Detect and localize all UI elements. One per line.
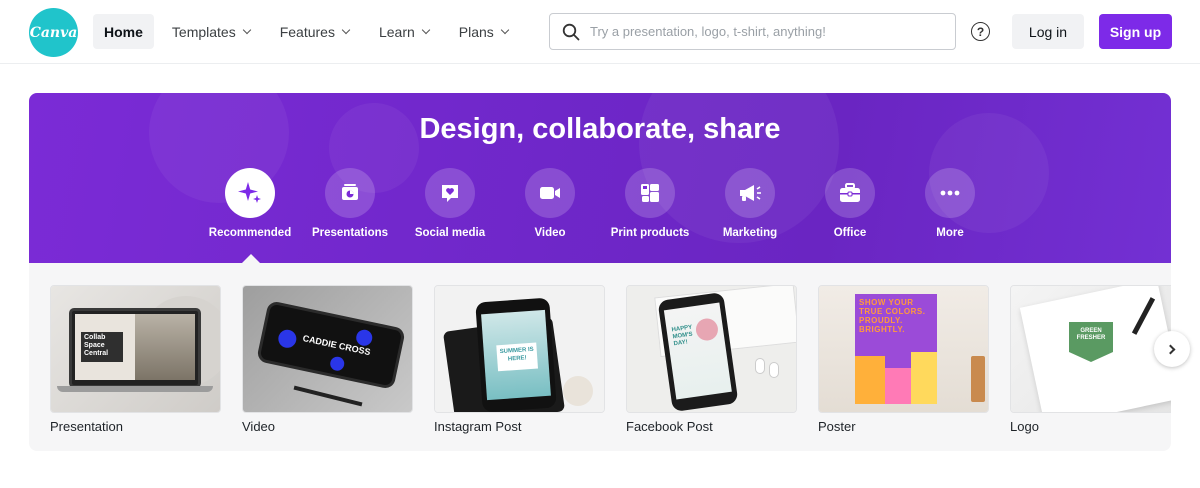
megaphone-icon [725,168,775,218]
design-thumbnail[interactable]: GREEN FRESHER [1010,285,1171,413]
category-label: Office [833,227,867,239]
design-carousel: Collab Space Central Presentation CADDIE… [29,263,1171,451]
search-input[interactable] [590,24,930,39]
nav-label: Plans [458,23,494,40]
category-bar: Recommended Presentations Social media Vide… [200,168,1000,239]
design-thumbnail[interactable]: Collab Space Central [50,285,221,413]
category-label: Social media [414,227,486,239]
category-label: More [936,227,964,239]
category-label: Recommended [208,227,292,239]
search-icon [562,23,580,40]
design-card-logo[interactable]: GREEN FRESHER Logo [1010,285,1171,434]
logo-text: Canva [29,24,78,41]
design-label: Facebook Post [626,419,713,434]
nav-home[interactable]: Home [93,14,154,49]
design-card-instagram-post[interactable]: SUMMER IS HERE! Instagram Post [434,285,605,434]
nav-plans[interactable]: Plans [447,14,520,49]
nav-label: Learn [378,23,415,40]
category-label: Print products [610,227,690,239]
nav-label: Home [104,23,143,40]
nav-features[interactable]: Features [268,14,361,49]
hero-banner: Design, collaborate, share Recommended Pr… [29,93,1171,263]
video-camera-icon [525,168,575,218]
design-thumbnail[interactable]: SHOW YOUR TRUE COLORS. PROUDLY. BRIGHTLY… [818,285,989,413]
category-more[interactable]: More [900,168,1000,239]
question-circle-icon[interactable]: ? [971,22,990,41]
category-office[interactable]: Office [800,168,900,239]
nav-templates[interactable]: Templates [160,14,262,49]
chevron-right-icon[interactable] [1154,331,1190,367]
more-dots-icon [925,168,975,218]
design-thumbnail[interactable]: SUMMER IS HERE! [434,285,605,413]
chevron-down-icon [341,25,351,34]
heart-bubble-icon [425,168,475,218]
design-label: Logo [1010,419,1039,434]
signup-button[interactable]: Sign up [1099,14,1172,49]
design-card-poster[interactable]: SHOW YOUR TRUE COLORS. PROUDLY. BRIGHTLY… [818,285,989,434]
chevron-down-icon [242,25,251,34]
category-recommended[interactable]: Recommended [200,168,300,239]
login-button[interactable]: Log in [1012,14,1084,49]
design-label: Instagram Post [434,419,522,434]
print-icon [625,168,675,218]
design-thumbnail[interactable]: HAPPY MOM'S DAY! [626,285,797,413]
thumb-text: SUMMER IS HERE! [496,342,538,372]
design-card-presentation[interactable]: Collab Space Central Presentation [50,285,221,434]
category-label: Presentations [311,227,389,239]
chevron-down-icon [500,25,510,34]
search-box[interactable] [549,13,956,50]
design-card-facebook-post[interactable]: HAPPY MOM'S DAY! Facebook Post [626,285,797,434]
category-social-media[interactable]: Social media [400,168,500,239]
category-label: Marketing [722,227,778,239]
presentation-icon [325,168,375,218]
briefcase-icon [825,168,875,218]
main-nav: Home Templates Features Learn Plans [93,14,526,49]
sparkle-icon [225,168,275,218]
design-label: Presentation [50,419,123,434]
thumb-text: SHOW YOUR TRUE COLORS. PROUDLY. BRIGHTLY… [859,298,926,334]
top-navbar: Canva HomeTemplatesFeaturesLearnPlans ? … [0,0,1200,64]
nav-label: Features [279,23,335,40]
nav-label: Templates [171,23,236,40]
category-marketing[interactable]: Marketing [700,168,800,239]
design-thumbnail[interactable]: CADDIE CROSS [242,285,413,413]
design-label: Video [242,419,276,434]
design-card-video[interactable]: CADDIE CROSS Video [242,285,413,434]
nav-learn[interactable]: Learn [367,14,441,49]
design-label: Poster [818,419,856,434]
thumb-text: Collab Space Central [81,332,123,362]
category-presentations[interactable]: Presentations [300,168,400,239]
canva-logo[interactable]: Canva [29,8,78,57]
category-video[interactable]: Video [500,168,600,239]
chevron-down-icon [421,25,431,34]
hero-title: Design, collaborate, share [419,113,781,145]
category-print-products[interactable]: Print products [600,168,700,239]
category-label: Video [534,227,566,239]
